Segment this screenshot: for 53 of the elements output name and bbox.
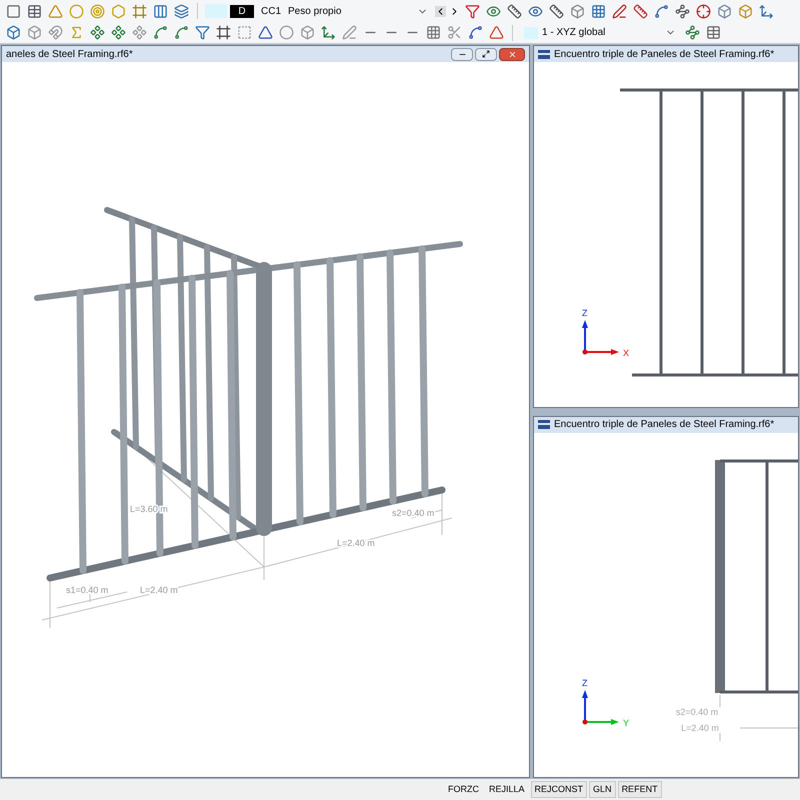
frame-icon[interactable] [214,24,232,42]
crosshair-icon[interactable] [694,2,712,20]
load-case-type: D [230,4,254,18]
dimension-label: s2=0.40 m [676,706,718,716]
waypoints-icon[interactable] [673,2,692,20]
window-title: Encuentro triple de Paneles de Steel Framing.rf6* [554,48,774,62]
axis-arrow-drawing [582,690,619,724]
previous-icon[interactable] [435,6,446,16]
load-case-label: CC1 [261,4,282,18]
view-label: 1 - XYZ global [542,26,606,40]
waypoints-icon[interactable] [683,24,701,42]
ruler-icon[interactable] [547,2,566,20]
pen-icon[interactable] [610,2,628,20]
color-swatch [524,26,538,38]
component-icon[interactable] [88,24,106,42]
status-toggle[interactable]: FORZC [444,781,483,798]
status-toggle[interactable]: REFENT [618,781,662,798]
window-title: Encuentro triple de Paneles de Steel Framing.rf6* [554,418,774,432]
layers-icon[interactable] [172,2,190,20]
minimize-button[interactable] [451,48,473,60]
axis-label: Z [582,308,588,318]
triangle-icon[interactable] [256,24,274,42]
axis-arrow-drawing [582,320,619,355]
component-icon[interactable] [109,24,127,42]
ruler-icon[interactable] [631,2,650,20]
status-toggle[interactable]: REJCONST [530,781,588,798]
status-toggle[interactable]: REJILLA [485,781,529,798]
maximize-icon [482,50,490,58]
close-icon [508,50,516,58]
load-case-dropdown[interactable]: Peso propio [284,2,432,20]
flag-icon [538,420,550,429]
dimension-label: L=2.40 m [337,538,375,548]
component-icon[interactable] [130,24,148,42]
axis-label: Z [582,678,588,688]
triangle-icon[interactable] [487,24,505,42]
window-title: aneles de Steel Framing.rf6* [6,48,133,62]
filter-icon[interactable] [193,24,211,42]
cube-axes-icon[interactable] [757,2,776,20]
arrows-icon[interactable] [319,24,337,42]
close-button[interactable] [499,48,525,60]
axis-label: Y [623,718,630,728]
status-toggle[interactable]: GLN [589,781,616,798]
dimension-label: s2=0.40 m [392,508,434,518]
dimension-label: s1=0.40 m [66,585,108,595]
maximize-button[interactable] [475,48,497,60]
flag-icon [538,50,550,58]
pen-icon[interactable] [340,24,358,42]
dimension-label: L=2.40 m [140,585,178,595]
axis-label: X [623,348,630,358]
dimension-label: L=2.40 m [681,722,719,732]
color-swatch [205,4,227,18]
ruler-icon[interactable] [505,2,524,20]
view-dropdown[interactable]: 1 - XYZ global [520,24,680,42]
